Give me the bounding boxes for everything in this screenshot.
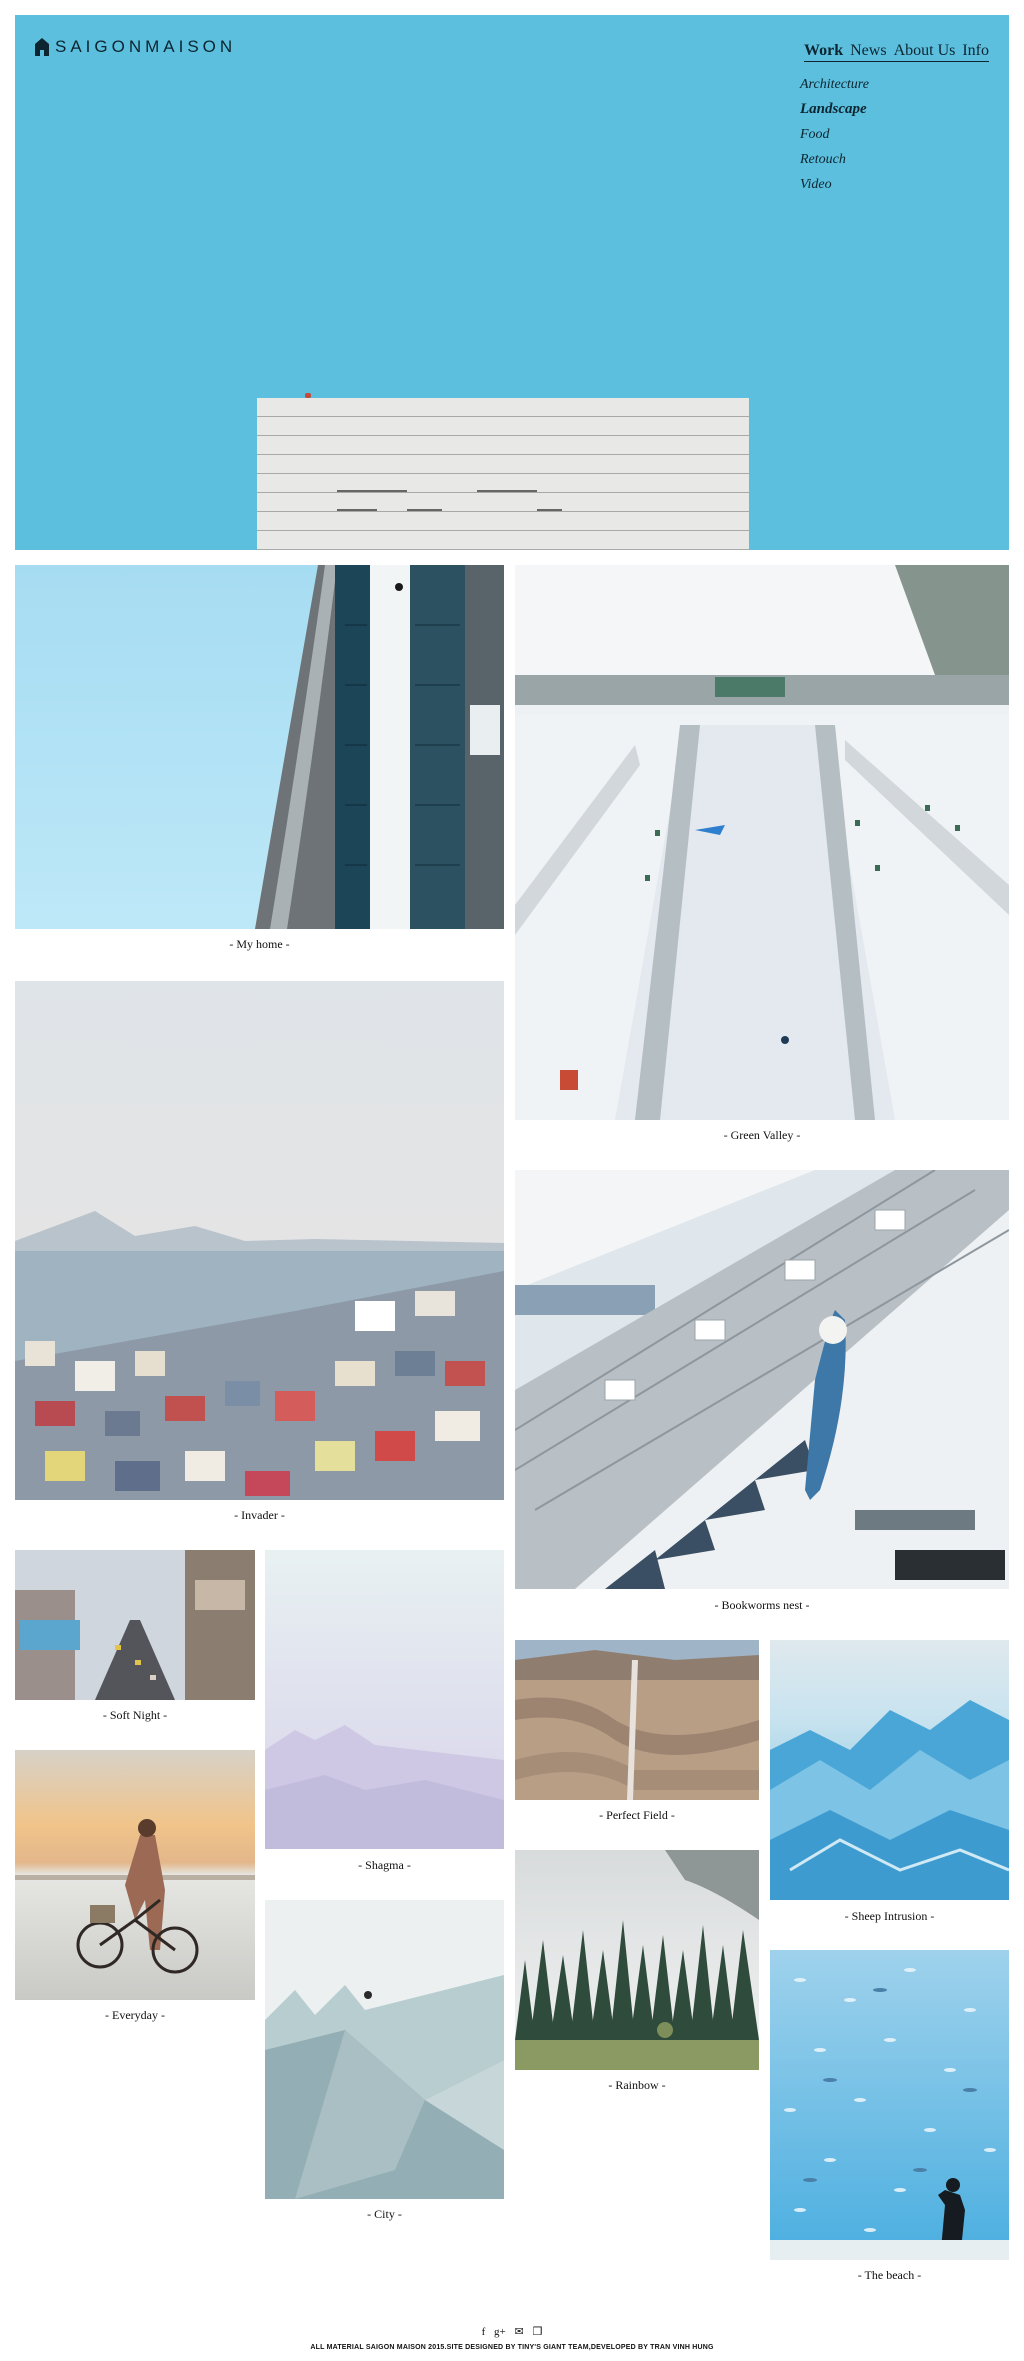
hero-building xyxy=(257,398,749,550)
photo-rainbow[interactable] xyxy=(515,1850,759,2070)
photo-sheep-intrusion[interactable] xyxy=(770,1640,1009,1900)
caption-shagma: - Shagma - xyxy=(358,1858,411,1872)
caption-soft-night: - Soft Night - xyxy=(102,1708,168,1722)
photo-soft-night[interactable] xyxy=(15,1550,255,1700)
caption-rainbow: - Rainbow - xyxy=(608,2078,666,2092)
caption-city: - City - xyxy=(367,2207,402,2221)
photo-city[interactable] xyxy=(265,1900,504,2199)
photo-green-valley[interactable] xyxy=(515,565,1009,1120)
caption-sheep-intrusion: - Sheep Intrusion - xyxy=(844,1909,935,1923)
caption-my-home: - My home - xyxy=(229,937,290,951)
nav-item-about-us[interactable]: About Us xyxy=(894,42,956,60)
subnav-item-landscape[interactable]: Landscape xyxy=(800,97,869,122)
caption-perfect-field: - Perfect Field - xyxy=(599,1808,675,1822)
main-nav: Work News About Us Info xyxy=(804,42,989,62)
photo-invader[interactable] xyxy=(15,981,504,1500)
work-subnav: Architecture Landscape Food Retouch Vide… xyxy=(800,72,869,197)
brand-name: SAIGONMAISON xyxy=(55,37,237,56)
hero-image: SAIGONMAISON Work News About Us Info Arc… xyxy=(15,15,1009,550)
caption-everyday: - Everyday - xyxy=(105,2008,165,2022)
subnav-item-architecture[interactable]: Architecture xyxy=(800,72,869,97)
subnav-item-video[interactable]: Video xyxy=(800,172,869,197)
photo-perfect-field[interactable] xyxy=(515,1640,759,1800)
photo-the-beach[interactable] xyxy=(770,1950,1009,2260)
google-plus-icon[interactable]: g+ xyxy=(494,2326,506,2338)
subnav-item-retouch[interactable]: Retouch xyxy=(800,147,869,172)
photo-bookworms-nest[interactable] xyxy=(515,1170,1009,1589)
photo-my-home[interactable] xyxy=(15,565,504,929)
book-icon[interactable]: ❒ xyxy=(532,2326,542,2338)
logo[interactable]: SAIGONMAISON xyxy=(35,37,236,57)
caption-the-beach: - The beach - xyxy=(857,2268,922,2282)
caption-bookworms-nest: - Bookworms nest - xyxy=(714,1598,810,1612)
facebook-icon[interactable]: f xyxy=(482,2326,486,2338)
subnav-item-food[interactable]: Food xyxy=(800,122,869,147)
nav-item-info[interactable]: Info xyxy=(962,42,989,60)
photo-shagma[interactable] xyxy=(265,1550,504,1849)
caption-invader: - Invader - xyxy=(234,1508,285,1522)
nav-item-work[interactable]: Work xyxy=(804,42,843,60)
caption-green-valley: - Green Valley - xyxy=(723,1128,801,1142)
house-icon xyxy=(35,38,49,56)
social-links: f g+ ✉ ❒ xyxy=(0,2325,1024,2338)
hero-figure xyxy=(305,393,311,398)
footer-credit: ALL MATERIAL SAIGON MAISON 2015.SITE DES… xyxy=(310,2344,714,2351)
mail-icon[interactable]: ✉ xyxy=(515,2326,524,2338)
photo-everyday[interactable] xyxy=(15,1750,255,2000)
nav-item-news[interactable]: News xyxy=(850,42,886,60)
